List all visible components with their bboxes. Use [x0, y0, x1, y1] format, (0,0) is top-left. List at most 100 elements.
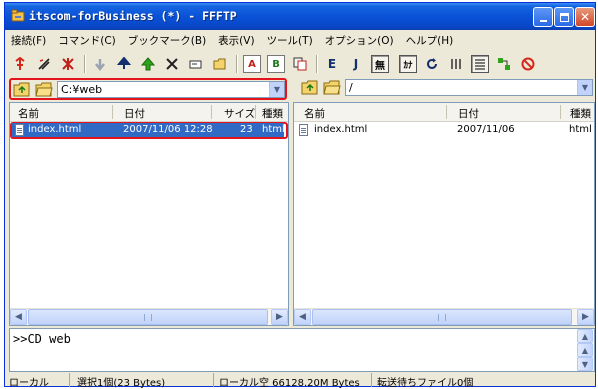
remote-path-combo[interactable]: / ▼	[345, 79, 593, 96]
remote-file-row[interactable]: index.html 2007/11/06 html	[296, 123, 592, 137]
local-path-combo[interactable]: C:¥web ▼	[57, 81, 285, 98]
local-col-size[interactable]: サイズ	[224, 106, 255, 121]
local-scroll-thumb[interactable]	[28, 309, 268, 325]
refresh-icon	[427, 58, 437, 69]
local-up-folder-icon[interactable]	[13, 82, 31, 97]
remote-path-dropdown-arrow[interactable]: ▼	[577, 80, 592, 95]
list-view-icon	[451, 59, 461, 69]
maximize-button[interactable]	[554, 7, 574, 27]
auto-mode-button[interactable]	[291, 55, 309, 73]
column-divider[interactable]	[211, 105, 212, 119]
disconnect-icon	[62, 58, 74, 70]
euc-button[interactable]: E	[323, 55, 341, 73]
column-divider[interactable]	[446, 105, 447, 119]
menu-options[interactable]: オプション(O)	[325, 33, 394, 48]
green-up-arrow-icon	[141, 57, 155, 71]
local-col-date[interactable]: 日付	[124, 106, 145, 121]
local-file-size: 23	[240, 124, 253, 135]
chevron-down-icon: ▼	[581, 359, 589, 369]
binary-mode-button[interactable]: B	[267, 55, 285, 73]
chevron-left-icon: ◀	[15, 312, 22, 322]
upload-button[interactable]	[115, 55, 133, 73]
ascii-mode-button[interactable]: A	[243, 55, 261, 73]
log-area[interactable]: >>CD web ▲ ▲ ▼	[9, 328, 595, 372]
remote-file-list[interactable]: 名前 日付 種類 index.html 2007/11/06 html ◀ ▶	[293, 102, 595, 326]
remote-horizontal-scrollbar[interactable]: ◀ ▶	[294, 308, 594, 325]
menu-connect[interactable]: 接続(F)	[11, 33, 46, 48]
delete-icon	[166, 58, 178, 70]
minimize-button[interactable]	[533, 7, 553, 27]
disconnect-button[interactable]	[59, 55, 77, 73]
menu-help[interactable]: ヘルプ(H)	[406, 33, 454, 48]
local-file-row[interactable]: index.html 2007/11/06 12:28 23 html	[12, 123, 285, 137]
remote-col-name[interactable]: 名前	[304, 106, 325, 121]
menu-bookmark[interactable]: ブックマーク(B)	[128, 33, 206, 48]
status-divider	[213, 373, 214, 387]
list-view-button[interactable]	[447, 55, 465, 73]
remote-file-name: index.html	[314, 124, 368, 135]
status-selection: 選択1個(23 Bytes)	[77, 378, 166, 389]
local-horizontal-scrollbar[interactable]: ◀ ▶	[10, 308, 288, 325]
column-divider[interactable]	[255, 105, 256, 119]
rename-button[interactable]	[187, 55, 205, 73]
refresh-button[interactable]	[423, 55, 441, 73]
remote-up-folder-icon[interactable]	[301, 80, 319, 95]
title-bar[interactable]: itscom-forBusiness (*) - FFFTP ✕	[5, 3, 595, 30]
remote-scroll-thumb[interactable]	[312, 309, 572, 325]
minimize-icon	[539, 20, 547, 22]
grip-icon	[144, 314, 152, 321]
scroll-left-button[interactable]: ◀	[10, 309, 27, 325]
scroll-left-button[interactable]: ◀	[294, 309, 311, 325]
connect-button[interactable]	[11, 55, 29, 73]
kana-button[interactable]: ｶﾅ	[399, 55, 417, 73]
scroll-right-button[interactable]: ▶	[577, 309, 594, 325]
local-open-folder-icon[interactable]	[35, 82, 53, 97]
remote-col-date[interactable]: 日付	[458, 106, 479, 121]
local-path-text: C:¥web	[61, 83, 103, 96]
remote-path-bar: / ▼	[299, 78, 595, 100]
app-icon	[11, 9, 25, 22]
stop-button[interactable]	[519, 55, 537, 73]
scroll-down-button[interactable]: ▼	[577, 357, 593, 371]
menu-command[interactable]: コマンド(C)	[58, 33, 116, 48]
menu-bar: 接続(F) コマンド(C) ブックマーク(B) 表示(V) ツール(T) オプシ…	[5, 31, 595, 50]
column-divider[interactable]	[112, 105, 113, 119]
toolbar-separator	[316, 55, 318, 73]
maximize-icon	[559, 12, 569, 22]
scroll-up-button[interactable]: ▲	[577, 329, 593, 343]
delete-button[interactable]	[163, 55, 181, 73]
auto-mode-icon	[293, 57, 307, 71]
local-path-dropdown-arrow[interactable]: ▼	[269, 82, 284, 97]
menu-view[interactable]: 表示(V)	[218, 33, 254, 48]
log-vertical-scrollbar[interactable]: ▲ ▲ ▼	[577, 329, 594, 371]
no-conversion-button[interactable]: 無	[371, 55, 389, 73]
new-folder-button[interactable]	[211, 55, 229, 73]
down-arrow-icon	[95, 59, 105, 71]
status-bar: ローカル 選択1個(23 Bytes) ローカル空 66128.20M Byte…	[5, 373, 595, 389]
remote-col-type[interactable]: 種類	[570, 106, 591, 121]
scroll-right-button[interactable]: ▶	[271, 309, 288, 325]
sync-folders-button[interactable]	[495, 55, 513, 73]
local-col-type[interactable]: 種類	[262, 106, 283, 121]
local-file-name: index.html	[28, 124, 82, 135]
download-button[interactable]	[91, 55, 109, 73]
detail-view-button[interactable]	[471, 55, 489, 73]
remote-file-type: html	[569, 124, 592, 135]
local-file-list[interactable]: 名前 日付 サイズ 種類 index.html 2007/11/06 12:28…	[9, 102, 289, 326]
menu-tools[interactable]: ツール(T)	[267, 33, 313, 48]
chevron-down-icon: ▼	[581, 83, 589, 92]
ascii-label: A	[248, 58, 256, 70]
remote-open-folder-icon[interactable]	[323, 80, 341, 95]
jis-button[interactable]: J	[347, 55, 365, 73]
rename-icon	[189, 60, 202, 69]
scroll-mid-button[interactable]: ▲	[577, 343, 593, 357]
close-button[interactable]: ✕	[575, 7, 595, 27]
sync-icon	[498, 58, 510, 70]
quick-connect-button[interactable]	[35, 55, 53, 73]
mirror-upload-button[interactable]	[139, 55, 157, 73]
chevron-right-icon: ▶	[582, 312, 589, 322]
remote-path-text: /	[349, 81, 353, 94]
chevron-right-icon: ▶	[276, 312, 283, 322]
column-divider[interactable]	[560, 105, 561, 119]
local-col-name[interactable]: 名前	[18, 106, 39, 121]
